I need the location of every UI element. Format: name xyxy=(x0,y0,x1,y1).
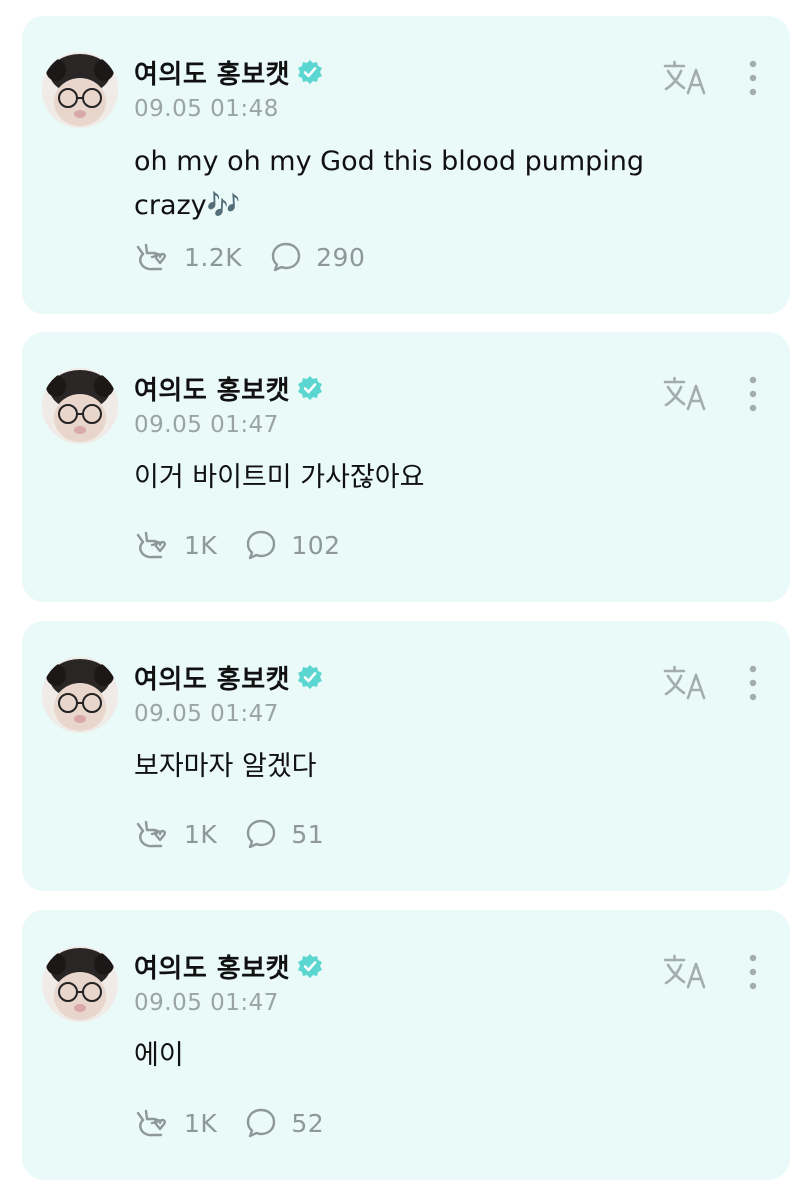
translate-icon[interactable] xyxy=(662,60,708,96)
avatar[interactable] xyxy=(42,368,118,444)
avatar[interactable] xyxy=(42,657,118,733)
post-text: 에이 xyxy=(134,1040,184,1071)
more-options-icon[interactable] xyxy=(744,374,762,414)
comment-button[interactable]: 51 xyxy=(245,818,324,850)
comment-button[interactable]: 102 xyxy=(245,529,340,561)
translate-icon[interactable] xyxy=(662,665,708,701)
speech-bubble-icon xyxy=(245,818,277,850)
comment-count: 52 xyxy=(291,1108,325,1138)
like-button[interactable]: 1K xyxy=(134,818,217,850)
verified-badge-icon xyxy=(296,58,324,86)
translate-icon[interactable] xyxy=(662,954,708,990)
author-name[interactable]: 여의도 홍보캣 xyxy=(134,54,290,91)
comment-count: 51 xyxy=(291,819,325,849)
author-row: 여의도 홍보캣 xyxy=(134,54,324,90)
comment-count: 290 xyxy=(316,242,366,272)
heart-hand-icon xyxy=(134,818,170,850)
post-timestamp: 09.05 01:48 xyxy=(134,96,279,122)
comment-count: 102 xyxy=(291,530,341,560)
speech-bubble-icon xyxy=(245,529,277,561)
post-card[interactable]: 여의도 홍보캣 09.05 01:47 에이 1K 52 xyxy=(22,910,790,1180)
heart-hand-icon xyxy=(134,1107,170,1139)
post-actions: 1K 52 xyxy=(134,1106,352,1140)
more-options-icon[interactable] xyxy=(744,663,762,703)
like-count: 1K xyxy=(184,819,218,849)
author-name[interactable]: 여의도 홍보캣 xyxy=(134,948,290,985)
post-actions: 1K 102 xyxy=(134,528,369,562)
verified-badge-icon xyxy=(296,374,324,402)
post-timestamp: 09.05 01:47 xyxy=(134,412,279,438)
post-card[interactable]: 여의도 홍보캣 09.05 01:47 이거 바이트미 가사잖아요 1K 102 xyxy=(22,332,790,602)
post-text: 보자마자 알겠다 xyxy=(134,751,317,782)
author-name[interactable]: 여의도 홍보캣 xyxy=(134,370,290,407)
like-count: 1K xyxy=(184,1108,218,1138)
post-text: 이거 바이트미 가사잖아요 xyxy=(134,462,425,493)
author-row: 여의도 홍보캣 xyxy=(134,370,324,406)
like-button[interactable]: 1.2K xyxy=(134,241,242,273)
avatar[interactable] xyxy=(42,52,118,128)
heart-hand-icon xyxy=(134,529,170,561)
author-name[interactable]: 여의도 홍보캣 xyxy=(134,659,290,696)
post-actions: 1.2K 290 xyxy=(134,240,393,274)
post-card[interactable]: 여의도 홍보캣 09.05 01:47 보자마자 알겠다 1K 51 xyxy=(22,621,790,891)
author-row: 여의도 홍보캣 xyxy=(134,659,324,695)
post-feed: 여의도 홍보캣 09.05 01:48 oh my oh my God this… xyxy=(0,0,811,1200)
speech-bubble-icon xyxy=(245,1107,277,1139)
heart-hand-icon xyxy=(134,241,170,273)
post-card[interactable]: 여의도 홍보캣 09.05 01:48 oh my oh my God this… xyxy=(22,16,790,314)
translate-icon[interactable] xyxy=(662,376,708,412)
speech-bubble-icon xyxy=(270,241,302,273)
like-count: 1.2K xyxy=(184,242,243,272)
more-options-icon[interactable] xyxy=(744,952,762,992)
post-actions: 1K 51 xyxy=(134,817,352,851)
avatar[interactable] xyxy=(42,946,118,1022)
verified-badge-icon xyxy=(296,952,324,980)
like-button[interactable]: 1K xyxy=(134,529,217,561)
comment-button[interactable]: 52 xyxy=(245,1107,324,1139)
author-row: 여의도 홍보캣 xyxy=(134,948,324,984)
post-timestamp: 09.05 01:47 xyxy=(134,990,279,1016)
like-button[interactable]: 1K xyxy=(134,1107,217,1139)
more-options-icon[interactable] xyxy=(744,58,762,98)
comment-button[interactable]: 290 xyxy=(270,241,365,273)
verified-badge-icon xyxy=(296,663,324,691)
like-count: 1K xyxy=(184,530,218,560)
post-timestamp: 09.05 01:47 xyxy=(134,701,279,727)
post-text: oh my oh my God this blood pumping crazy… xyxy=(134,146,645,221)
